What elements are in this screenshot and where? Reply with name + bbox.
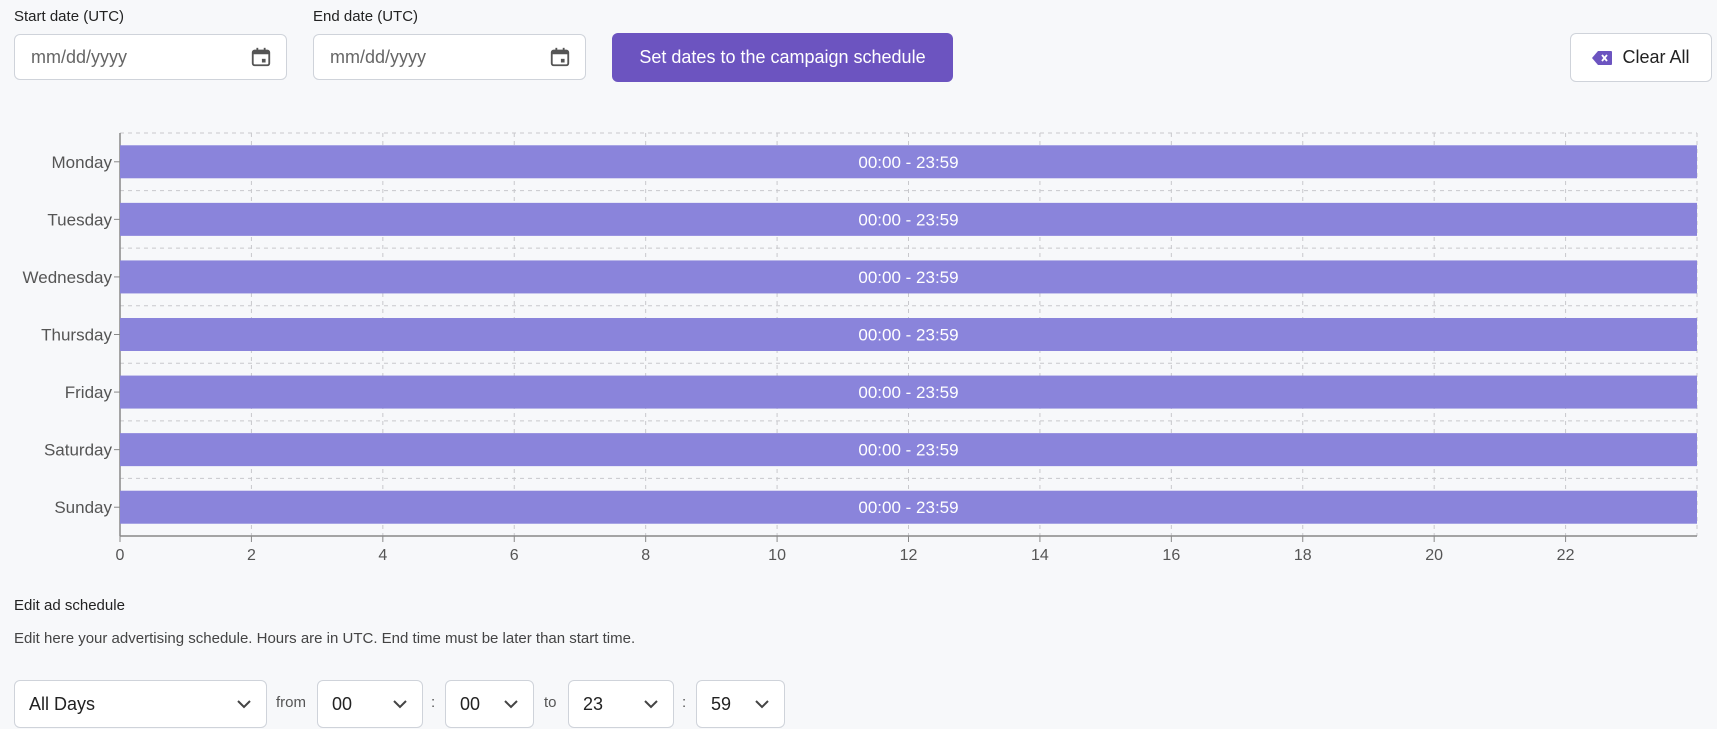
from-hour-select[interactable]: 00 [317,680,423,728]
calendar-icon[interactable] [250,46,272,68]
x-tick-label: 6 [510,547,519,564]
x-tick-label: 4 [378,547,387,564]
from-hour-value: 00 [332,693,353,714]
chevron-down-icon [237,700,251,709]
edit-schedule-title: Edit ad schedule [14,597,125,614]
x-tick-label: 20 [1425,547,1443,564]
y-tick-label: Monday [52,153,113,172]
from-minute-value: 00 [460,693,481,714]
y-tick-label: Sunday [54,498,112,517]
chevron-down-icon [755,700,769,709]
x-tick-label: 8 [641,547,650,564]
day-select-value: All Days [29,693,96,714]
bar-label: 00:00 - 23:59 [858,268,958,287]
time-separator: : [431,694,436,711]
bar-label: 00:00 - 23:59 [858,326,958,345]
y-tick-label: Thursday [41,326,112,345]
to-label: to [544,694,557,711]
x-tick-label: 16 [1162,547,1180,564]
bar-label: 00:00 - 23:59 [858,210,958,229]
x-tick-label: 10 [768,547,786,564]
end-date-input[interactable] [328,45,549,69]
y-tick-label: Wednesday [23,268,113,287]
x-tick-label: 22 [1557,547,1575,564]
start-date-label: Start date (UTC) [14,8,125,25]
to-hour-value: 23 [583,693,604,714]
chevron-down-icon [393,700,407,709]
calendar-icon[interactable] [549,46,571,68]
chevron-down-icon [644,700,658,709]
clear-all-label: Clear All [1622,47,1690,67]
set-dates-button[interactable]: Set dates to the campaign schedule [612,33,953,82]
bar-label: 00:00 - 23:59 [858,383,958,402]
bar-label: 00:00 - 23:59 [858,498,958,517]
start-date-field[interactable] [14,34,287,80]
x-tick-label: 2 [247,547,256,564]
bar-label: 00:00 - 23:59 [858,153,958,172]
y-tick-label: Tuesday [47,210,112,229]
weekly-schedule-chart: 0 2 4 6 8 10 12 14 16 18 20 22 Monday 00:00 - 23:59 Tu… [23,132,1698,564]
x-tick-label: 12 [900,547,918,564]
x-tick-label: 0 [116,547,125,564]
backspace-icon [1592,50,1613,65]
from-label: from [276,694,306,711]
day-select[interactable]: All Days [14,680,267,728]
end-date-field[interactable] [313,34,586,80]
from-minute-select[interactable]: 00 [445,680,534,728]
edit-schedule-description: Edit here your advertising schedule. Hou… [14,630,636,647]
x-tick-label: 14 [1031,547,1049,564]
time-separator: : [682,694,687,711]
to-minute-select[interactable]: 59 [696,680,785,728]
y-tick-label: Friday [65,383,113,402]
end-date-label: End date (UTC) [313,8,419,25]
bar-label: 00:00 - 23:59 [858,441,958,460]
clear-all-button[interactable]: Clear All [1570,33,1712,82]
y-tick-label: Saturday [44,441,113,460]
to-hour-select[interactable]: 23 [568,680,674,728]
start-date-input[interactable] [29,45,250,69]
chevron-down-icon [504,700,518,709]
x-tick-label: 18 [1294,547,1312,564]
to-minute-value: 59 [711,693,732,714]
